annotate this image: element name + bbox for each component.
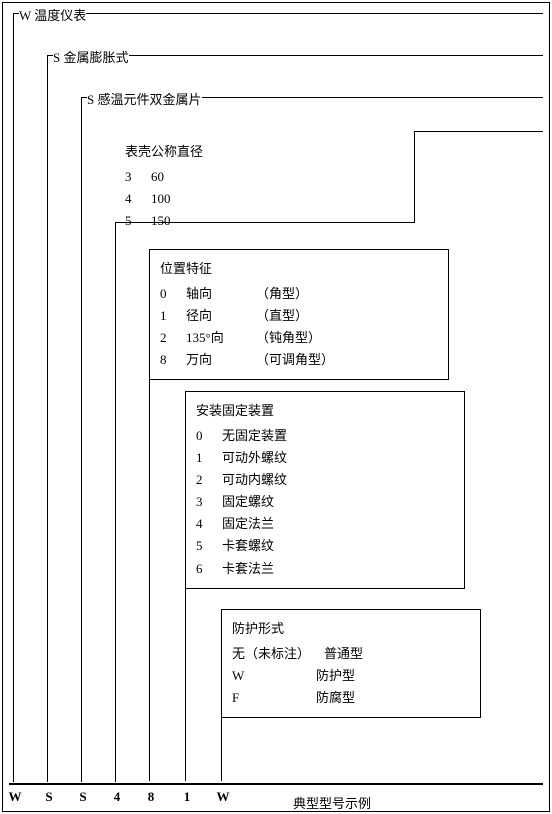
diameter-title: 表壳公称直径 [125,141,404,160]
level-3-line [81,98,82,782]
mount-item: 0无固定装置 [196,425,454,447]
level-2-text: 金属膨胀式 [63,50,128,65]
diameter-box: 表壳公称直径 360 4100 5150 [115,131,415,223]
position-item: 1径向（直型） [160,305,438,327]
mount-title: 安装固定装置 [196,400,454,419]
position-item: 8万向（可调角型） [160,349,438,371]
level-4-line [115,132,116,782]
mount-box: 安装固定装置 0无固定装置 1可动外螺纹 2可动内螺纹 3固定螺纹 4固定法兰 … [185,391,465,589]
position-box: 位置特征 0轴向（角型） 1径向（直型） 2135°向（钝角型） 8万向（可调角… [149,249,449,380]
position-item: 0轴向（角型） [160,283,438,305]
example-code-6: W [215,789,231,805]
level-2-line [47,56,48,782]
mount-item: 3固定螺纹 [196,491,454,513]
example-code-2: S [75,789,91,805]
example-code-4: 8 [143,789,159,805]
example-code-3: 4 [109,789,125,805]
level-2-code: S [53,50,60,65]
mount-item: 6卡套法兰 [196,558,454,580]
diameter-item: 5150 [125,210,404,232]
level-1 [13,13,543,14]
protect-title: 防护形式 [232,618,470,637]
mount-item: 2可动内螺纹 [196,469,454,491]
example-code-5: 1 [179,789,195,805]
level-1-text: 温度仪表 [34,8,86,23]
example-label: 典型型号示例 [293,793,371,812]
protect-box: 防护形式 无（未标注）普通型 W防护型 F防腐型 [221,609,481,718]
mount-item: 5卡套螺纹 [196,535,454,557]
position-title: 位置特征 [160,258,438,277]
level-3-code: S [87,92,94,107]
level-2-label: S 金属膨胀式 [53,47,129,66]
level-1-label: W 温度仪表 [19,5,86,24]
mount-item: 4固定法兰 [196,513,454,535]
bottom-line [9,783,543,785]
position-item: 2135°向（钝角型） [160,327,438,349]
protect-item: 无（未标注）普通型 [232,643,470,665]
example-code-1: S [41,789,57,805]
level-3-label: S 感温元件双金属片 [87,89,202,108]
diameter-item: 4100 [125,188,404,210]
example-code-0: W [7,789,23,805]
protect-item: W防护型 [232,665,470,687]
level-1-code: W [19,8,31,23]
mount-item: 1可动外螺纹 [196,447,454,469]
level-1-line [13,14,14,782]
diagram-frame: W 温度仪表 S 金属膨胀式 S 感温元件双金属片 表壳公称直径 360 410… [2,2,550,812]
diameter-item: 360 [125,166,404,188]
protect-item: F防腐型 [232,687,470,709]
level-3-text: 感温元件双金属片 [97,92,201,107]
